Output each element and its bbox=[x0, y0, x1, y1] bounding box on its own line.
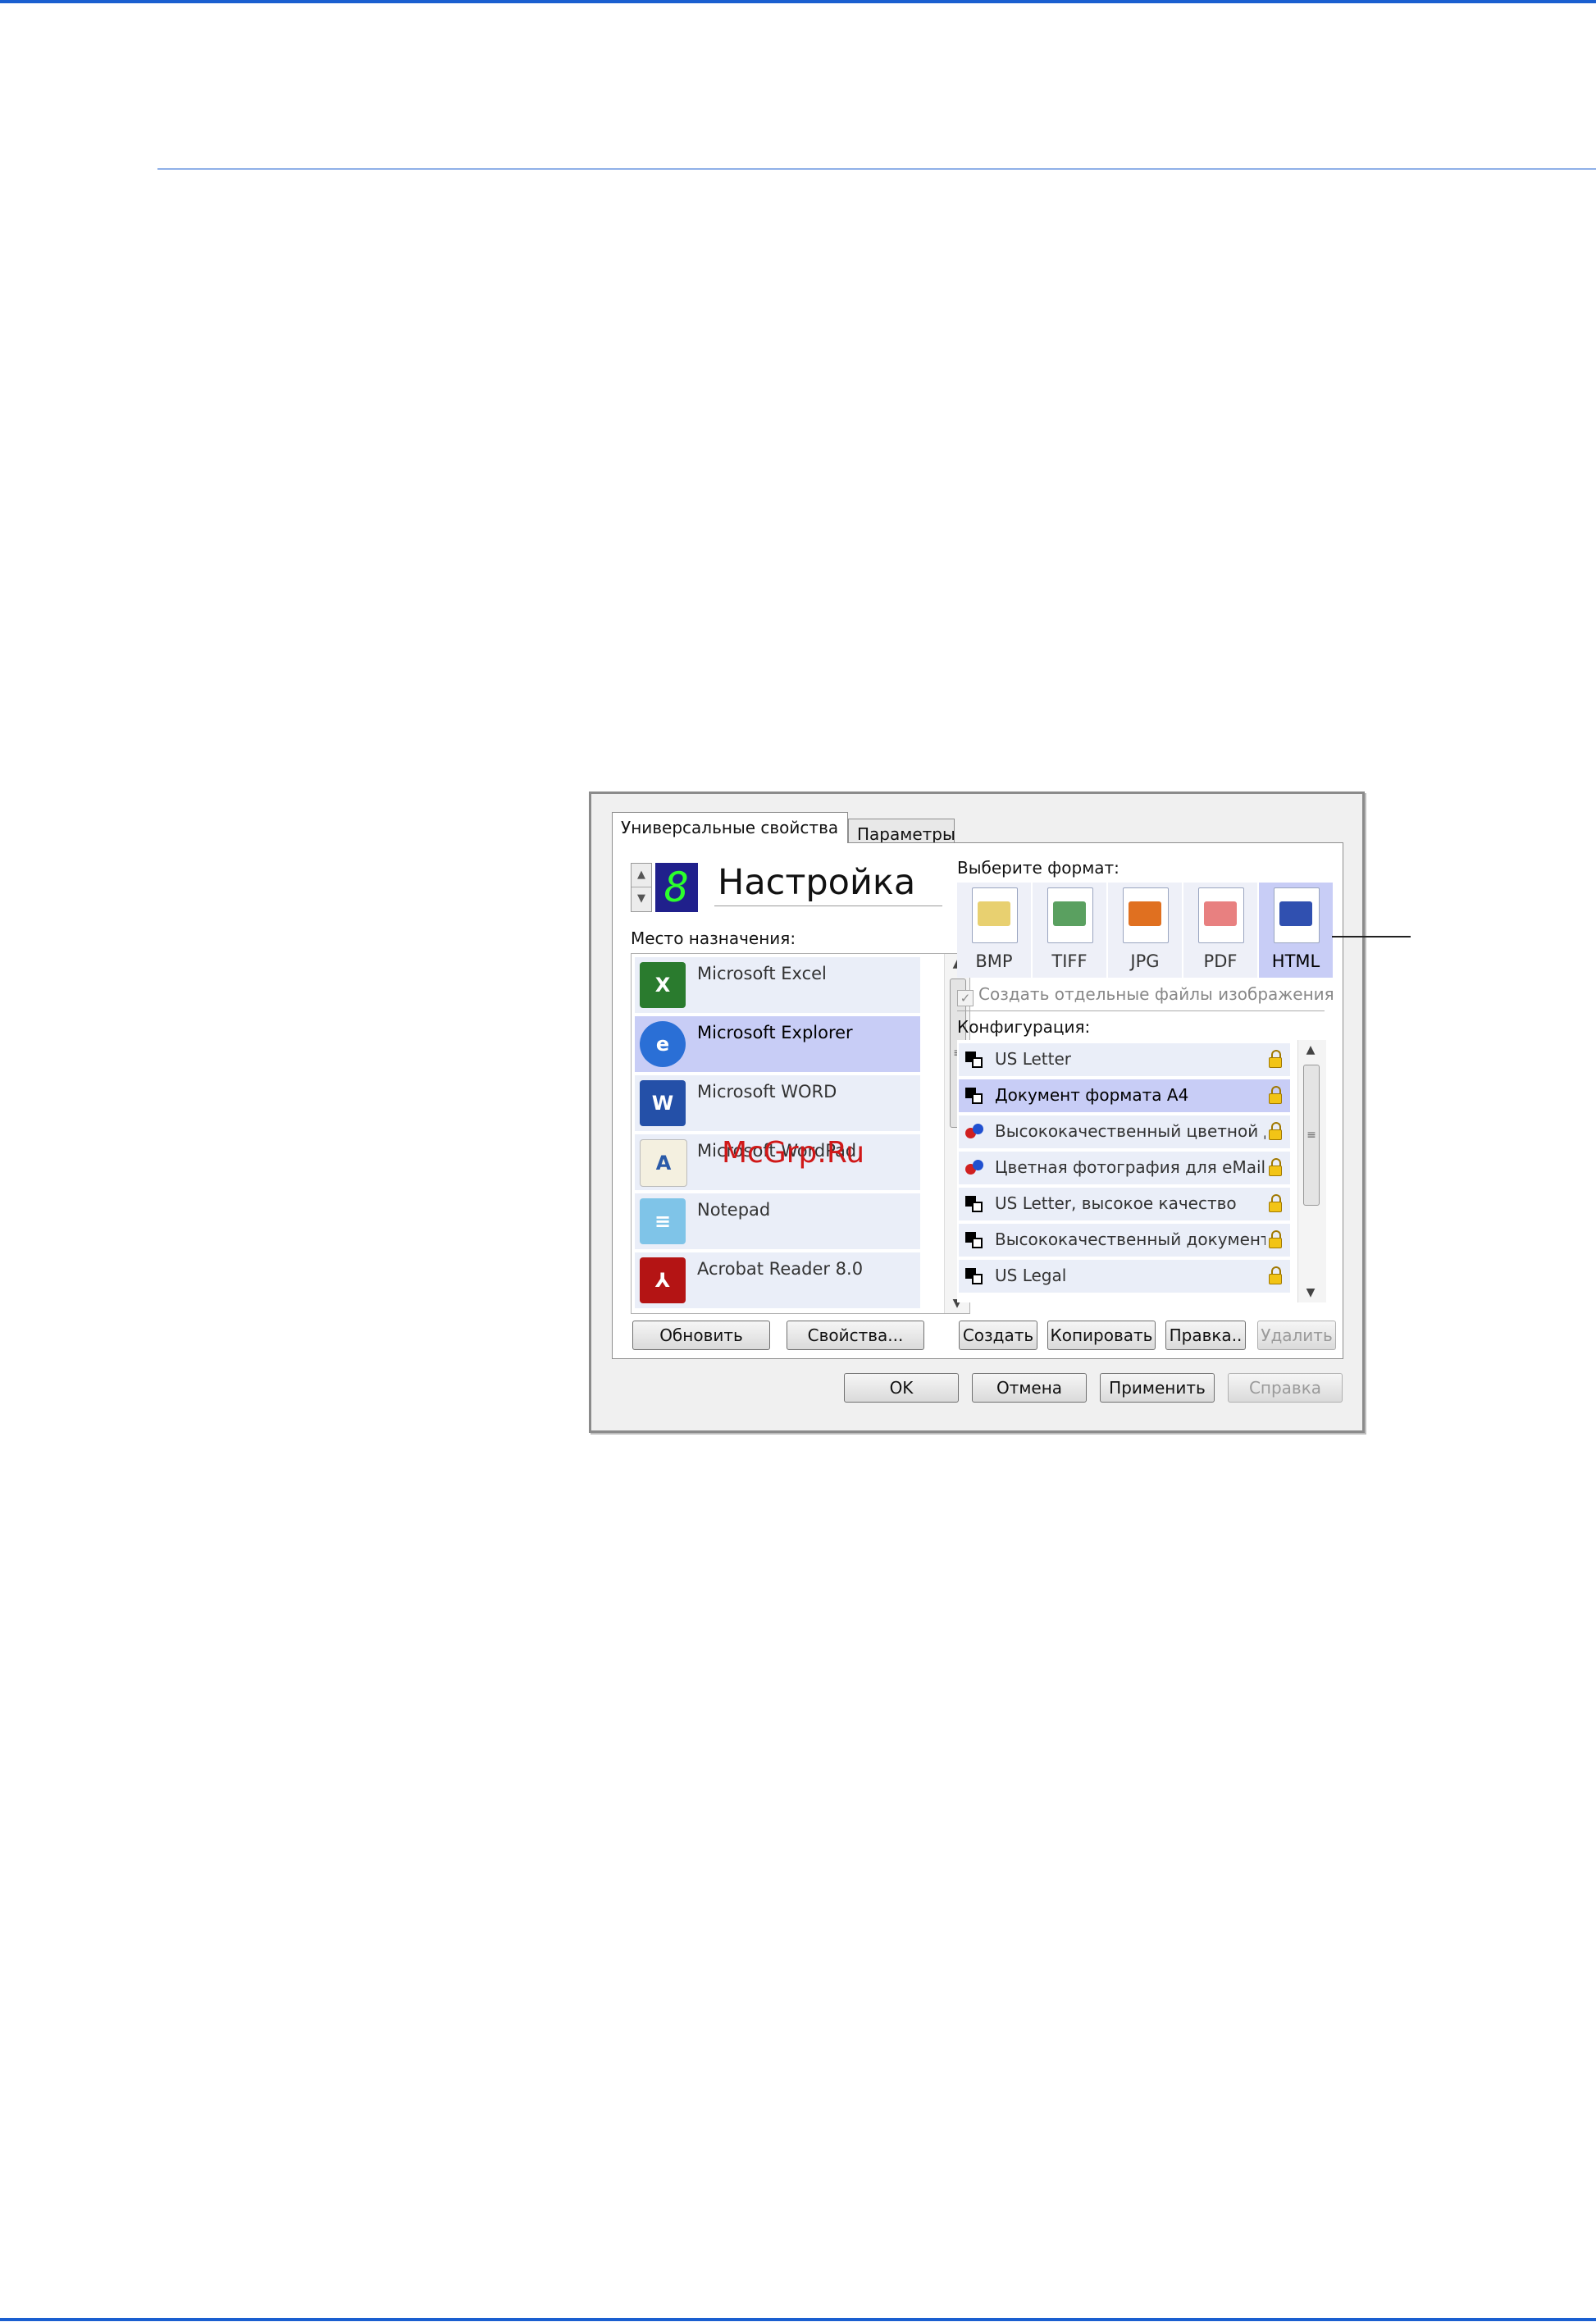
excel-icon: X bbox=[640, 962, 686, 1008]
wordpad-icon: A bbox=[640, 1139, 687, 1187]
lock-icon bbox=[1269, 1050, 1282, 1068]
scroll-down-icon[interactable]: ▼ bbox=[1298, 1283, 1323, 1302]
configuration-label: Конфигурация: bbox=[957, 1017, 1091, 1037]
separate-files-label: Создать отдельные файлы изображения bbox=[978, 984, 1334, 1004]
checkbox-check-icon: ✓ bbox=[957, 990, 974, 1006]
destination-item-label: Microsoft WORD bbox=[697, 1082, 837, 1102]
create-config-button[interactable]: Создать bbox=[959, 1321, 1037, 1350]
config-item-us-letter[interactable]: US Letter bbox=[959, 1043, 1290, 1076]
config-item-a4-document[interactable]: Документ формата A4 bbox=[959, 1079, 1290, 1112]
lock-icon bbox=[1269, 1122, 1282, 1140]
config-item-us-legal[interactable]: US Legal bbox=[959, 1260, 1290, 1293]
destination-properties-button[interactable]: Свойства... bbox=[787, 1321, 924, 1350]
format-html[interactable]: HTML bbox=[1259, 883, 1333, 978]
destination-item-label: Microsoft Excel bbox=[697, 964, 827, 983]
list-item-microsoft-excel[interactable]: X Microsoft Excel bbox=[635, 957, 920, 1013]
configuration-scrollbar[interactable]: ▲ ≡ ▼ bbox=[1297, 1040, 1326, 1302]
format-jpg[interactable]: JPG bbox=[1108, 883, 1182, 978]
internet-explorer-icon: e bbox=[640, 1021, 686, 1067]
scrollbar-thumb[interactable]: ≡ bbox=[1303, 1065, 1320, 1206]
jpg-icon bbox=[1123, 887, 1169, 943]
help-button[interactable]: Справка bbox=[1228, 1373, 1343, 1403]
format-bmp[interactable]: BMP bbox=[957, 883, 1031, 978]
ok-button[interactable]: OK bbox=[844, 1373, 959, 1403]
bw-document-icon bbox=[965, 1196, 983, 1212]
config-item-color-photo-email[interactable]: Цветная фотография для eMail (6... bbox=[959, 1152, 1290, 1184]
config-item-label: Документ формата A4 bbox=[995, 1085, 1189, 1105]
format-pdf[interactable]: PDF bbox=[1183, 883, 1257, 978]
scroll-up-icon[interactable]: ▲ bbox=[1298, 1040, 1323, 1060]
separate-files-checkbox[interactable]: ✓ Создать отдельные файлы изображения bbox=[957, 984, 1334, 1006]
destination-label: Место назначения: bbox=[631, 928, 796, 948]
config-item-label: Высококачественный документ ... bbox=[995, 1229, 1265, 1249]
html-icon bbox=[1274, 887, 1320, 943]
color-document-icon bbox=[965, 1160, 983, 1176]
lock-icon bbox=[1269, 1086, 1282, 1104]
bw-document-icon bbox=[965, 1232, 983, 1248]
list-item-microsoft-word[interactable]: W Microsoft WORD bbox=[635, 1075, 920, 1131]
format-label: Выберите формат: bbox=[957, 858, 1119, 878]
config-item-label: Цветная фотография для eMail (6... bbox=[995, 1157, 1265, 1177]
profile-spinner[interactable]: ▲ ▼ bbox=[631, 863, 652, 912]
notepad-icon: ≡ bbox=[640, 1198, 686, 1244]
refresh-button[interactable]: Обновить bbox=[632, 1321, 770, 1350]
bmp-icon bbox=[972, 887, 1018, 943]
config-item-hq-document[interactable]: Высококачественный документ ... bbox=[959, 1224, 1290, 1257]
bw-document-icon bbox=[965, 1088, 983, 1104]
format-tiff[interactable]: TIFF bbox=[1033, 883, 1106, 978]
bottom-border-line bbox=[0, 2318, 1596, 2321]
config-item-us-letter-hq[interactable]: US Letter, высокое качество bbox=[959, 1188, 1290, 1220]
config-item-label: Высококачественный цветной д... bbox=[995, 1121, 1265, 1141]
button-number-display: 8 bbox=[655, 863, 698, 912]
lock-icon bbox=[1269, 1158, 1282, 1176]
callout-line bbox=[1332, 936, 1411, 937]
spinner-up-icon[interactable]: ▲ bbox=[632, 864, 651, 887]
lock-icon bbox=[1269, 1266, 1282, 1284]
divider bbox=[957, 1010, 1325, 1011]
format-label-tiff: TIFF bbox=[1051, 951, 1088, 971]
top-border-line bbox=[0, 0, 1596, 3]
format-label-pdf: PDF bbox=[1203, 951, 1238, 971]
acrobat-icon: ⅄ bbox=[640, 1257, 686, 1303]
pdf-icon bbox=[1198, 887, 1244, 943]
tab-panel: ▲ ▼ 8 Настройка Место назначения: X Micr… bbox=[612, 842, 1343, 1359]
bw-document-icon bbox=[965, 1052, 983, 1068]
config-item-hq-color-document[interactable]: Высококачественный цветной д... bbox=[959, 1115, 1290, 1148]
cancel-button[interactable]: Отмена bbox=[972, 1373, 1087, 1403]
tab-universal-properties[interactable]: Универсальные свойства bbox=[612, 812, 848, 843]
destination-item-label: Notepad bbox=[697, 1200, 771, 1220]
bw-document-icon bbox=[965, 1268, 983, 1284]
configuration-list: US Letter Документ формата A4 Высококаче… bbox=[957, 1040, 1326, 1302]
list-item-acrobat-reader[interactable]: ⅄ Acrobat Reader 8.0 bbox=[635, 1252, 920, 1308]
config-item-label: US Letter, высокое качество bbox=[995, 1193, 1237, 1213]
config-item-label: US Letter bbox=[995, 1049, 1071, 1069]
watermark-text: McGrp.Ru bbox=[722, 1136, 865, 1170]
tiff-icon bbox=[1047, 887, 1093, 943]
delete-config-button[interactable]: Удалить bbox=[1257, 1321, 1336, 1350]
destination-list: X Microsoft Excel e Microsoft Explorer W… bbox=[631, 953, 970, 1314]
lock-icon bbox=[1269, 1194, 1282, 1212]
format-label-html: HTML bbox=[1271, 951, 1320, 971]
one-touch-properties-dialog: Универсальные свойства Параметры ▲ ▼ 8 Н… bbox=[589, 791, 1365, 1433]
destination-item-label: Acrobat Reader 8.0 bbox=[697, 1259, 864, 1279]
spinner-down-icon[interactable]: ▼ bbox=[632, 887, 651, 910]
apply-button[interactable]: Применить bbox=[1100, 1373, 1215, 1403]
profile-name-field[interactable]: Настройка bbox=[714, 860, 942, 906]
list-item-notepad[interactable]: ≡ Notepad bbox=[635, 1193, 920, 1249]
format-label-bmp: BMP bbox=[975, 951, 1013, 971]
word-icon: W bbox=[640, 1080, 686, 1126]
destination-item-label: Microsoft Explorer bbox=[697, 1023, 853, 1042]
color-document-icon bbox=[965, 1124, 983, 1140]
config-item-label: US Legal bbox=[995, 1266, 1067, 1285]
lock-icon bbox=[1269, 1230, 1282, 1248]
format-label-jpg: JPG bbox=[1130, 951, 1160, 971]
header-rule bbox=[157, 168, 1596, 170]
edit-config-button[interactable]: Правка.. bbox=[1165, 1321, 1246, 1350]
list-item-microsoft-explorer[interactable]: e Microsoft Explorer bbox=[635, 1016, 920, 1072]
copy-config-button[interactable]: Копировать bbox=[1047, 1321, 1156, 1350]
